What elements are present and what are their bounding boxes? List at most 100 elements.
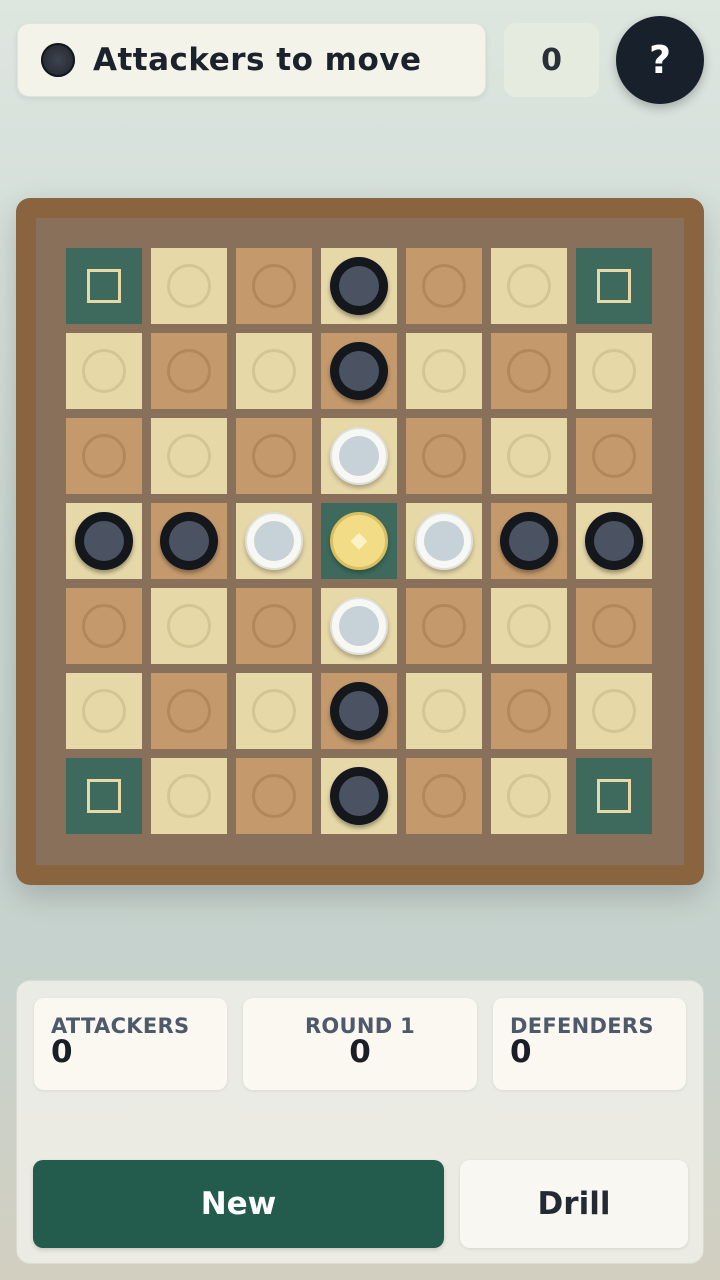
- empty-spot-marker: [167, 604, 211, 648]
- empty-spot-marker: [252, 604, 296, 648]
- attacker-piece[interactable]: [330, 257, 388, 315]
- board-square[interactable]: [236, 673, 312, 749]
- defender-piece[interactable]: [245, 512, 303, 570]
- board-square[interactable]: [491, 248, 567, 324]
- board-square[interactable]: [321, 418, 397, 494]
- empty-spot-marker: [252, 349, 296, 393]
- turn-text: Attackers to move: [93, 42, 422, 78]
- board-square[interactable]: [321, 588, 397, 664]
- move-counter: 0: [504, 23, 599, 97]
- board-square[interactable]: [406, 758, 482, 834]
- defenders-score-card: DEFENDERS 0: [493, 998, 686, 1090]
- board-square[interactable]: [236, 418, 312, 494]
- attacker-turn-icon: [41, 43, 75, 77]
- empty-spot-marker: [252, 689, 296, 733]
- round-card: ROUND 1 0: [243, 998, 477, 1090]
- board-square[interactable]: [151, 588, 227, 664]
- empty-spot-marker: [507, 349, 551, 393]
- board-square[interactable]: [151, 418, 227, 494]
- turn-indicator: Attackers to move: [17, 23, 486, 97]
- king-piece[interactable]: ◆: [330, 512, 388, 570]
- board-square[interactable]: [236, 248, 312, 324]
- board-square[interactable]: [151, 758, 227, 834]
- board-square[interactable]: [151, 503, 227, 579]
- corner-square[interactable]: [576, 248, 652, 324]
- corner-mark-icon: [87, 269, 121, 303]
- empty-spot-marker: [592, 604, 636, 648]
- attacker-piece[interactable]: [330, 342, 388, 400]
- attackers-score: 0: [51, 1034, 73, 1070]
- attacker-piece[interactable]: [500, 512, 558, 570]
- king-gem-icon: ◆: [350, 528, 368, 553]
- help-button[interactable]: ?: [616, 16, 704, 104]
- empty-spot-marker: [592, 434, 636, 478]
- empty-spot-marker: [82, 349, 126, 393]
- corner-mark-icon: [87, 779, 121, 813]
- defenders-score: 0: [510, 1034, 532, 1070]
- board-square[interactable]: [406, 248, 482, 324]
- drill-button[interactable]: Drill: [460, 1160, 688, 1248]
- empty-spot-marker: [507, 689, 551, 733]
- board-square[interactable]: [406, 333, 482, 409]
- board-square[interactable]: [236, 588, 312, 664]
- board-square[interactable]: [406, 588, 482, 664]
- board-square[interactable]: [66, 673, 142, 749]
- board-square[interactable]: [236, 333, 312, 409]
- empty-spot-marker: [252, 264, 296, 308]
- empty-spot-marker: [167, 264, 211, 308]
- board-square[interactable]: [491, 758, 567, 834]
- board-square[interactable]: [151, 673, 227, 749]
- board-square[interactable]: [321, 248, 397, 324]
- board-square[interactable]: [321, 333, 397, 409]
- board-square[interactable]: [66, 418, 142, 494]
- corner-square[interactable]: [66, 248, 142, 324]
- board-square[interactable]: [491, 588, 567, 664]
- board-square[interactable]: [491, 418, 567, 494]
- board-square[interactable]: [236, 503, 312, 579]
- board-square[interactable]: [321, 673, 397, 749]
- defender-piece[interactable]: [415, 512, 473, 570]
- board-square[interactable]: [151, 248, 227, 324]
- corner-mark-icon: [597, 269, 631, 303]
- board-square[interactable]: [406, 673, 482, 749]
- empty-spot-marker: [592, 689, 636, 733]
- throne-square[interactable]: ◆: [321, 503, 397, 579]
- board-square[interactable]: [236, 758, 312, 834]
- empty-spot-marker: [82, 689, 126, 733]
- board-square[interactable]: [491, 333, 567, 409]
- board-square[interactable]: [576, 333, 652, 409]
- board-square[interactable]: [576, 673, 652, 749]
- empty-spot-marker: [507, 264, 551, 308]
- board-square[interactable]: [576, 588, 652, 664]
- game-board: ◆: [36, 218, 684, 865]
- defender-piece[interactable]: [330, 597, 388, 655]
- corner-square[interactable]: [66, 758, 142, 834]
- board-square[interactable]: [406, 503, 482, 579]
- board-square[interactable]: [406, 418, 482, 494]
- attacker-piece[interactable]: [160, 512, 218, 570]
- attacker-piece[interactable]: [75, 512, 133, 570]
- board-square[interactable]: [576, 503, 652, 579]
- empty-spot-marker: [507, 434, 551, 478]
- corner-square[interactable]: [576, 758, 652, 834]
- board-square[interactable]: [151, 333, 227, 409]
- board-square[interactable]: [491, 503, 567, 579]
- empty-spot-marker: [167, 689, 211, 733]
- empty-spot-marker: [252, 774, 296, 818]
- empty-spot-marker: [167, 349, 211, 393]
- board-square[interactable]: [491, 673, 567, 749]
- attacker-piece[interactable]: [585, 512, 643, 570]
- attacker-piece[interactable]: [330, 682, 388, 740]
- empty-spot-marker: [167, 434, 211, 478]
- empty-spot-marker: [422, 774, 466, 818]
- board-square[interactable]: [321, 758, 397, 834]
- new-game-button[interactable]: New: [33, 1160, 444, 1248]
- empty-spot-marker: [422, 434, 466, 478]
- defender-piece[interactable]: [330, 427, 388, 485]
- board-square[interactable]: [66, 503, 142, 579]
- board-square[interactable]: [576, 418, 652, 494]
- empty-spot-marker: [422, 349, 466, 393]
- board-square[interactable]: [66, 588, 142, 664]
- board-square[interactable]: [66, 333, 142, 409]
- attacker-piece[interactable]: [330, 767, 388, 825]
